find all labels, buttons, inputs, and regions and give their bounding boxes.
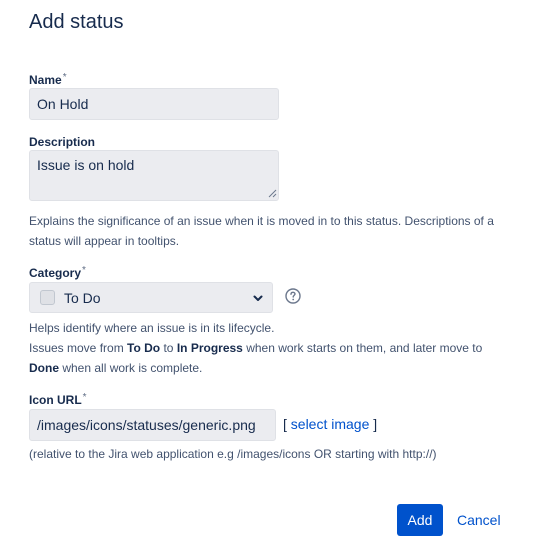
category-help-text: Helps identify where an issue is in its … bbox=[29, 318, 529, 378]
cancel-button[interactable]: Cancel bbox=[450, 504, 508, 536]
category-select[interactable]: To Do bbox=[29, 282, 273, 313]
category-help-line1: Helps identify where an issue is in its … bbox=[29, 321, 275, 335]
icon-url-input[interactable] bbox=[29, 409, 276, 441]
category-help-line2: Issues move from To Do to In Progress wh… bbox=[29, 341, 483, 355]
description-label: Description bbox=[29, 135, 96, 149]
dialog-title: Add status bbox=[29, 11, 124, 33]
required-marker: * bbox=[82, 265, 86, 276]
add-button[interactable]: Add bbox=[397, 504, 443, 536]
chevron-down-icon bbox=[253, 295, 263, 301]
category-label: Category* bbox=[29, 265, 86, 280]
icon-url-help-text: (relative to the Jira web application e.… bbox=[29, 447, 437, 461]
category-selected-value: To Do bbox=[64, 289, 101, 306]
name-label: Name* bbox=[29, 72, 67, 87]
select-image-link[interactable]: select image bbox=[291, 416, 370, 432]
category-help-line3: Done when all work is complete. bbox=[29, 361, 203, 375]
required-marker: * bbox=[82, 392, 87, 403]
description-textarea[interactable]: Issue is on hold bbox=[29, 150, 279, 201]
name-input[interactable] bbox=[29, 88, 279, 120]
icon-url-label: Icon URL* bbox=[29, 392, 87, 407]
description-help-text: Explains the significance of an issue wh… bbox=[29, 214, 494, 248]
select-image-group: [ select image ] bbox=[283, 416, 378, 432]
category-color-swatch bbox=[40, 290, 55, 305]
question-circle-icon[interactable] bbox=[285, 288, 301, 304]
required-marker: * bbox=[62, 72, 67, 83]
